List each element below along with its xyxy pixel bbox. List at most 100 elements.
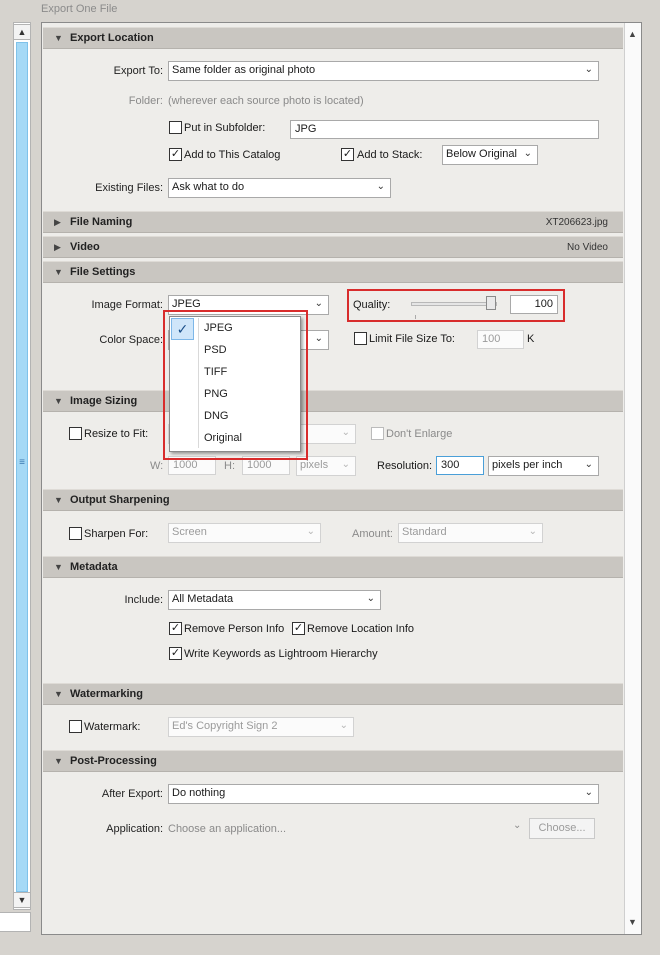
scroll-up-icon[interactable]: ▲ (624, 26, 641, 42)
section-title: Video (70, 241, 100, 253)
left-scroll-up-icon[interactable]: ▲ (13, 24, 31, 40)
sharpen-for-select[interactable]: Screen ⌄ (168, 523, 321, 543)
format-dropdown-highlight-box (163, 310, 308, 460)
remove-location-info-checkbox[interactable]: ✓ (292, 622, 305, 635)
scroll-down-icon[interactable]: ▼ (624, 914, 641, 930)
grip-icon: ≡ (19, 457, 25, 468)
choose-application-button[interactable]: Choose... (529, 818, 595, 839)
section-watermarking[interactable]: ▼ Watermarking (43, 683, 623, 705)
watermark-checkbox[interactable] (69, 720, 82, 733)
chevron-down-icon: ⌄ (584, 64, 593, 75)
include-metadata-select[interactable]: All Metadata ⌄ (168, 590, 381, 610)
section-image-sizing[interactable]: ▼ Image Sizing (43, 390, 623, 412)
chevron-down-icon: ⌄ (306, 526, 315, 537)
section-video[interactable]: ▶ Video No Video (43, 236, 623, 258)
resize-to-fit-checkbox[interactable] (69, 427, 82, 440)
chevron-down-icon: ⌄ (339, 720, 348, 731)
section-title: Post-Processing (70, 755, 157, 767)
limit-file-size-unit: K (527, 333, 535, 345)
application-label: Application: (106, 823, 163, 835)
section-metadata[interactable]: ▼ Metadata (43, 556, 623, 578)
quality-highlight-box (347, 289, 565, 322)
stack-position-select[interactable]: Below Original ⌄ (442, 145, 538, 165)
watermark-label: Watermark: (84, 721, 141, 733)
resolution-unit-select[interactable]: pixels per inch ⌄ (488, 456, 599, 476)
after-export-select[interactable]: Do nothing ⌄ (168, 784, 599, 804)
left-scroll-down-icon[interactable]: ▼ (13, 892, 31, 908)
panel-scrollbar[interactable] (624, 23, 641, 934)
sharpen-for-value: Screen (172, 526, 207, 538)
include-metadata-value: All Metadata (172, 593, 234, 605)
limit-file-size-input[interactable]: 100 (477, 330, 524, 349)
section-output-sharpening[interactable]: ▼ Output Sharpening (43, 489, 623, 511)
chevron-down-icon: ⌄ (314, 333, 323, 344)
after-export-value: Do nothing (172, 787, 226, 799)
watermark-value: Ed's Copyright Sign 2 (172, 720, 278, 732)
include-label: Include: (124, 594, 163, 606)
remove-person-info-label: Remove Person Info (184, 623, 285, 635)
section-title: Export Location (70, 32, 154, 44)
existing-files-select[interactable]: Ask what to do ⌄ (168, 178, 391, 198)
chevron-down-icon: ⌄ (523, 148, 532, 159)
add-to-stack-label: Add to Stack: (357, 149, 423, 161)
chevron-down-icon: ⌄ (314, 298, 323, 309)
section-file-naming[interactable]: ▶ File Naming XT206623.jpg (43, 211, 623, 233)
amount-select[interactable]: Standard ⌄ (398, 523, 543, 543)
expanded-triangle-icon: ▼ (54, 689, 63, 699)
section-title: Image Sizing (70, 395, 138, 407)
section-export-location[interactable]: ▼ Export Location (43, 27, 623, 49)
after-export-label: After Export: (101, 788, 163, 800)
expanded-triangle-icon: ▼ (54, 33, 63, 43)
width-label: W: (150, 460, 164, 472)
expanded-triangle-icon: ▼ (54, 562, 63, 572)
amount-value: Standard (402, 526, 447, 538)
resize-to-fit-label: Resize to Fit: (84, 428, 149, 440)
existing-files-label: Existing Files: (95, 182, 163, 194)
limit-file-size-checkbox[interactable] (354, 332, 367, 345)
image-format-value: JPEG (172, 298, 201, 310)
color-space-label: Color Space: (99, 334, 163, 346)
export-to-select[interactable]: Same folder as original photo ⌄ (168, 61, 599, 81)
write-keywords-label: Write Keywords as Lightroom Hierarchy (184, 648, 378, 660)
resolution-unit-value: pixels per inch (492, 459, 563, 471)
section-title: Watermarking (70, 688, 143, 700)
collapsed-triangle-icon: ▶ (54, 242, 61, 252)
section-file-settings[interactable]: ▼ File Settings (43, 261, 623, 283)
section-post-processing[interactable]: ▼ Post-Processing (43, 750, 623, 772)
remove-person-info-checkbox[interactable]: ✓ (169, 622, 182, 635)
check-icon: ✓ (170, 647, 181, 659)
chevron-down-icon: ⌄ (584, 787, 593, 798)
check-icon: ✓ (293, 622, 304, 634)
subfolder-input[interactable]: JPG (290, 120, 599, 139)
height-label: H: (224, 460, 235, 472)
folder-label: Folder: (128, 95, 163, 107)
application-dropdown-icon[interactable]: ⌄ (513, 820, 521, 831)
left-bottom-field (0, 912, 31, 932)
resolution-input[interactable]: 300 (436, 456, 484, 475)
section-summary: XT206623.jpg (545, 217, 608, 228)
expanded-triangle-icon: ▼ (54, 495, 63, 505)
remove-location-info-label: Remove Location Info (307, 623, 415, 635)
section-summary: No Video (567, 242, 608, 253)
chevron-down-icon: ⌄ (341, 427, 350, 438)
add-to-stack-checkbox[interactable]: ✓ (341, 148, 354, 161)
put-in-subfolder-checkbox[interactable] (169, 121, 182, 134)
put-in-subfolder-label: Put in Subfolder: (184, 122, 266, 134)
application-placeholder[interactable]: Choose an application... (168, 823, 286, 835)
stack-position-value: Below Original (446, 148, 517, 160)
add-to-catalog-checkbox[interactable]: ✓ (169, 148, 182, 161)
chevron-down-icon: ⌄ (366, 593, 375, 604)
write-keywords-checkbox[interactable]: ✓ (169, 647, 182, 660)
size-unit-value: pixels (300, 459, 329, 471)
sharpen-for-label: Sharpen For: (84, 528, 149, 540)
chevron-down-icon: ⌄ (528, 526, 537, 537)
export-to-value: Same folder as original photo (172, 64, 316, 76)
section-title: File Settings (70, 266, 136, 278)
watermark-select[interactable]: Ed's Copyright Sign 2 ⌄ (168, 717, 354, 737)
expanded-triangle-icon: ▼ (54, 396, 63, 406)
sharpen-for-checkbox[interactable] (69, 527, 82, 540)
dont-enlarge-checkbox[interactable] (371, 427, 384, 440)
check-icon: ✓ (170, 148, 181, 160)
section-title: File Naming (70, 216, 133, 228)
existing-files-value: Ask what to do (172, 181, 245, 193)
